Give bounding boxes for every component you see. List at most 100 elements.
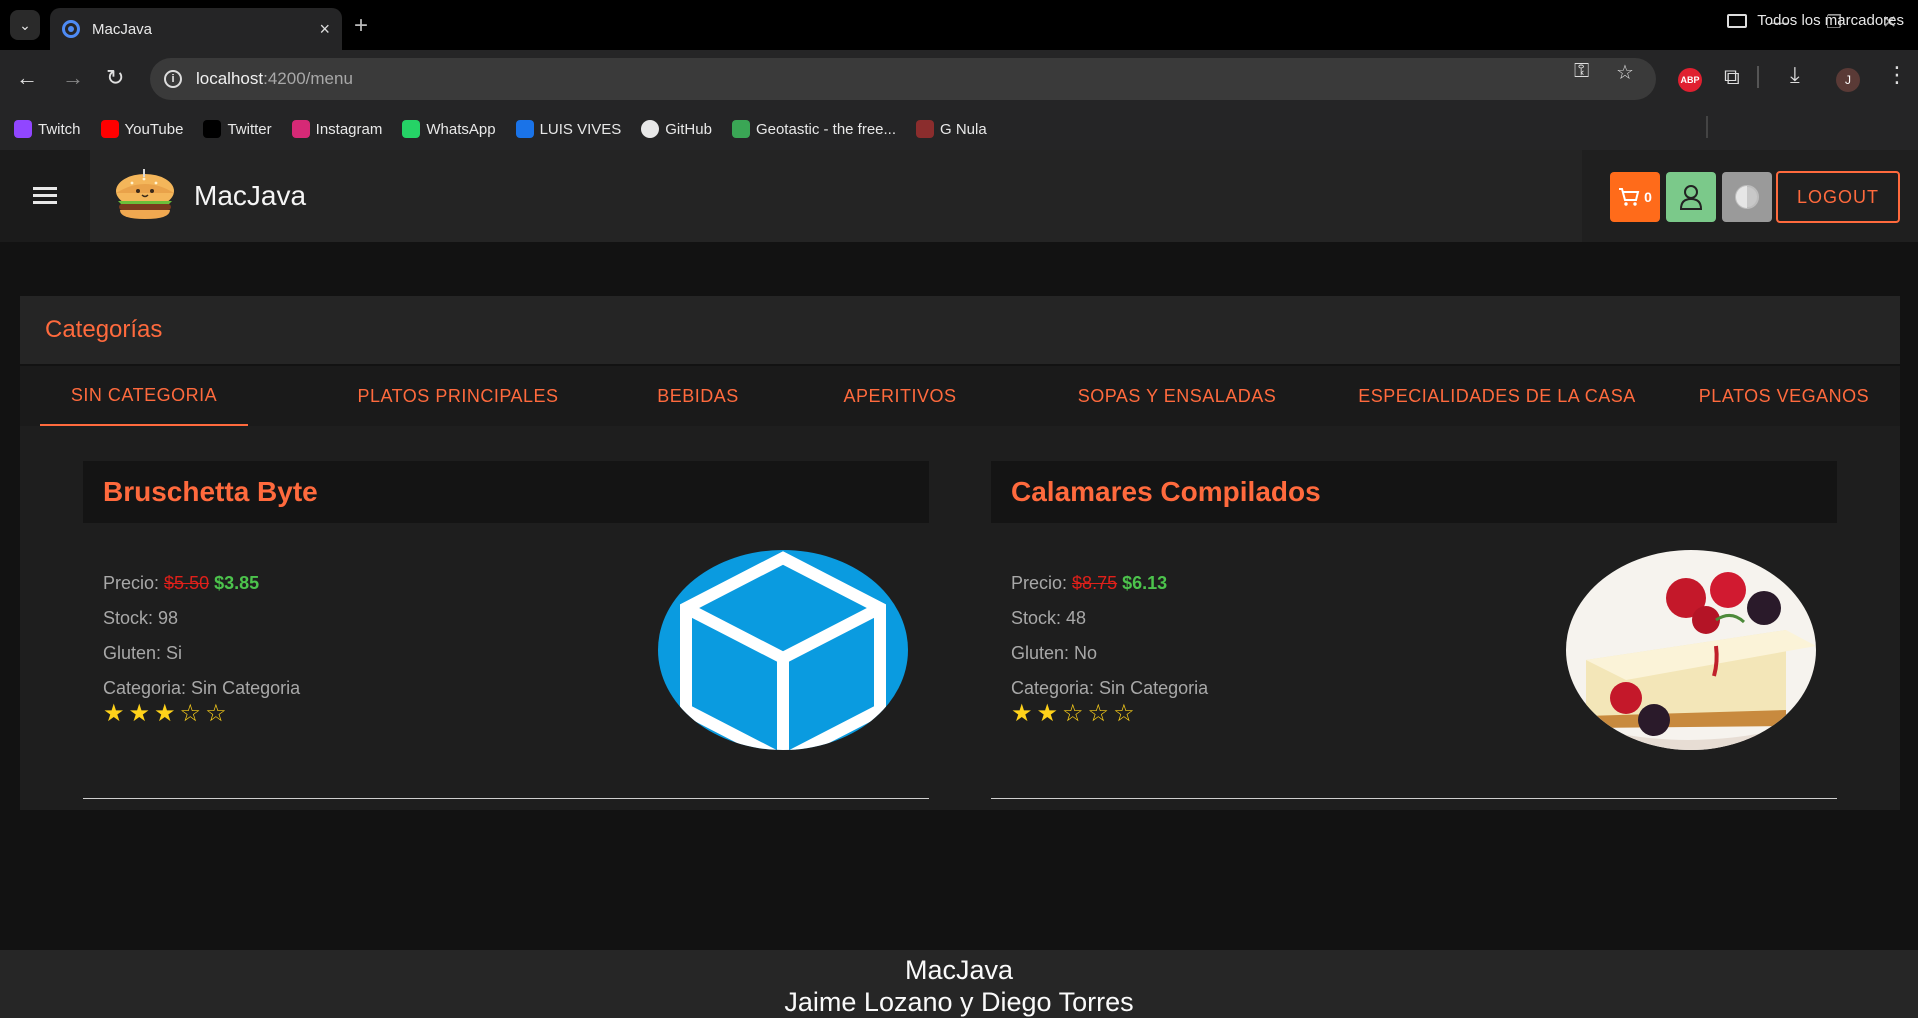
cart-icon	[1619, 188, 1640, 206]
profile-avatar[interactable]: J	[1836, 68, 1860, 92]
reload-icon[interactable]: ↻	[106, 67, 124, 89]
burger-logo-icon[interactable]	[114, 169, 176, 223]
price-label: Precio:	[1011, 573, 1068, 593]
star-bookmark-icon[interactable]: ☆	[1616, 60, 1634, 85]
new-price: $6.13	[1122, 573, 1168, 593]
all-bookmarks-label: Todos los marcadores	[1757, 12, 1904, 29]
bookmark-label: GitHub	[665, 120, 712, 138]
kebab-menu-icon[interactable]: ⋮	[1886, 62, 1908, 88]
product-card[interactable]: Bruschetta Byte Precio: $5.50 $3.85 Stoc…	[83, 461, 929, 801]
bookmark-label: YouTube	[124, 120, 184, 138]
bookmark-item[interactable]: Geotastic - the free...	[731, 120, 897, 138]
app-header: MacJava 0 LOGOUT	[0, 150, 1918, 242]
key-icon[interactable]: ⚿	[1574, 60, 1589, 83]
tab-especialidades-de-la-casa[interactable]: ESPECIALIDADES DE LA CASA	[1324, 366, 1670, 426]
logout-button[interactable]: LOGOUT	[1776, 171, 1900, 223]
bookmark-label: G Nula	[940, 120, 987, 138]
bookmark-label: LUIS VIVES	[539, 120, 622, 138]
product-stock: Stock: 48	[1011, 608, 1087, 628]
header-actions: 0 LOGOUT	[1582, 150, 1918, 242]
chevron-down-icon: ⌄	[19, 16, 31, 33]
twitter-x-icon	[203, 120, 222, 138]
tab-platos-veganos[interactable]: PLATOS VEGANOS	[1674, 366, 1894, 426]
product-price: Precio: $8.75 $6.13	[1011, 573, 1167, 594]
categories-title: Categorías	[20, 296, 1900, 364]
tab-aperitivos[interactable]: APERITIVOS	[800, 366, 1000, 426]
bookmark-label: Instagram	[315, 120, 383, 138]
bookmark-item[interactable]: Instagram	[291, 120, 383, 138]
tab-sopas-y-ensaladas[interactable]: SOPAS Y ENSALADAS	[1020, 366, 1334, 426]
adblock-icon[interactable]: ABP	[1678, 68, 1702, 92]
cart-button[interactable]: 0	[1610, 172, 1660, 222]
bookmarks-divider	[1706, 116, 1708, 138]
hamburger-menu-button[interactable]	[0, 150, 90, 242]
forward-arrow-icon[interactable]: →	[62, 67, 84, 89]
g-nula-icon	[916, 120, 935, 138]
bookmark-label: Geotastic - the free...	[755, 120, 897, 138]
extensions-icon[interactable]: ⧉	[1724, 64, 1740, 90]
url-path: :4200/menu	[263, 69, 353, 88]
star-rating: ★★☆☆☆	[1011, 700, 1139, 727]
product-category: Categoria: Sin Categoria	[103, 678, 301, 698]
brand-name[interactable]: MacJava	[194, 180, 306, 212]
toolbar-divider	[1757, 66, 1759, 88]
github-icon	[641, 120, 660, 138]
product-category: Categoria: Sin Categoria	[1011, 678, 1209, 698]
back-arrow-icon[interactable]: ←	[16, 67, 38, 89]
footer-authors: Jaime Lozano y Diego Torres	[784, 987, 1134, 1017]
new-tab-button[interactable]: +	[354, 12, 368, 40]
category-tabs: SIN CATEGORIA PLATOS PRINCIPALES BEBIDAS…	[20, 366, 1900, 426]
old-price: $5.50	[164, 573, 210, 593]
product-image	[658, 550, 908, 750]
menu-icon	[33, 187, 57, 205]
tab-list-button[interactable]: ⌄	[10, 10, 40, 40]
bookmark-item[interactable]: G Nula	[916, 120, 987, 138]
footer-brand: MacJava	[904, 955, 1014, 985]
luis-vives-icon	[515, 120, 534, 138]
twitch-icon	[14, 120, 32, 138]
site-info-icon[interactable]: i	[164, 70, 182, 88]
cheesecake-image	[1566, 550, 1816, 750]
old-price: $8.75	[1072, 573, 1118, 593]
tab-sin-categoria[interactable]: SIN CATEGORIA	[40, 366, 248, 426]
product-details: Precio: $5.50 $3.85 Stock: 98 Gluten: Si…	[83, 523, 929, 799]
bookmark-item[interactable]: Twitch	[14, 120, 81, 138]
close-tab-icon[interactable]: ×	[319, 19, 330, 40]
bookmarks-bar: Twitch YouTube Twitter Instagram WhatsApp LUI…	[0, 108, 1918, 150]
browser-tabbar: ⌄ MacJava × + — ❐ ✕	[0, 0, 1918, 50]
products-panel: Bruschetta Byte Precio: $5.50 $3.85 Stoc…	[20, 426, 1900, 810]
app-footer: MacJava Jaime Lozano y Diego Torres	[0, 950, 1918, 1018]
all-bookmarks-button[interactable]: Todos los marcadores	[1727, 12, 1904, 29]
bookmark-label: WhatsApp	[426, 120, 496, 138]
theme-toggle-button[interactable]	[1722, 172, 1772, 222]
address-bar[interactable]: i localhost:4200/menu	[150, 58, 1656, 100]
new-price: $3.85	[214, 573, 260, 593]
bookmark-item[interactable]: WhatsApp	[402, 120, 496, 138]
whatsapp-icon	[402, 120, 421, 138]
geotastic-icon	[731, 120, 750, 138]
cube-icon	[658, 550, 908, 750]
product-gluten: Gluten: No	[1011, 643, 1098, 663]
youtube-icon	[100, 120, 119, 138]
bookmark-item[interactable]: GitHub	[641, 120, 712, 138]
product-card[interactable]: Calamares Compilados Precio: $8.75 $6.13…	[991, 461, 1837, 801]
product-image	[1566, 550, 1816, 750]
tab-title: MacJava	[92, 20, 153, 38]
user-profile-button[interactable]	[1666, 172, 1716, 222]
user-icon	[1679, 185, 1703, 210]
tab-platos-principales[interactable]: PLATOS PRINCIPALES	[280, 366, 636, 426]
bookmark-item[interactable]: Twitter	[203, 120, 272, 138]
bookmark-label: Twitter	[227, 120, 272, 138]
browser-tab[interactable]: MacJava ×	[50, 8, 342, 50]
tab-bebidas[interactable]: BEBIDAS	[624, 366, 772, 426]
product-details: Precio: $8.75 $6.13 Stock: 48 Gluten: No…	[991, 523, 1837, 799]
bookmark-label: Twitch	[38, 120, 81, 138]
product-name: Bruschetta Byte	[83, 461, 929, 523]
contrast-icon	[1735, 185, 1759, 209]
bookmark-item[interactable]: YouTube	[100, 120, 184, 138]
bookmark-item[interactable]: LUIS VIVES	[515, 120, 622, 138]
instagram-icon	[291, 120, 310, 138]
star-rating: ★★★☆☆	[103, 700, 231, 727]
browser-toolbar: ← → ↻ i localhost:4200/menu ⚿ ☆ ABP ⧉ ⤓ …	[0, 50, 1918, 108]
download-icon[interactable]: ⤓	[1790, 62, 1800, 88]
